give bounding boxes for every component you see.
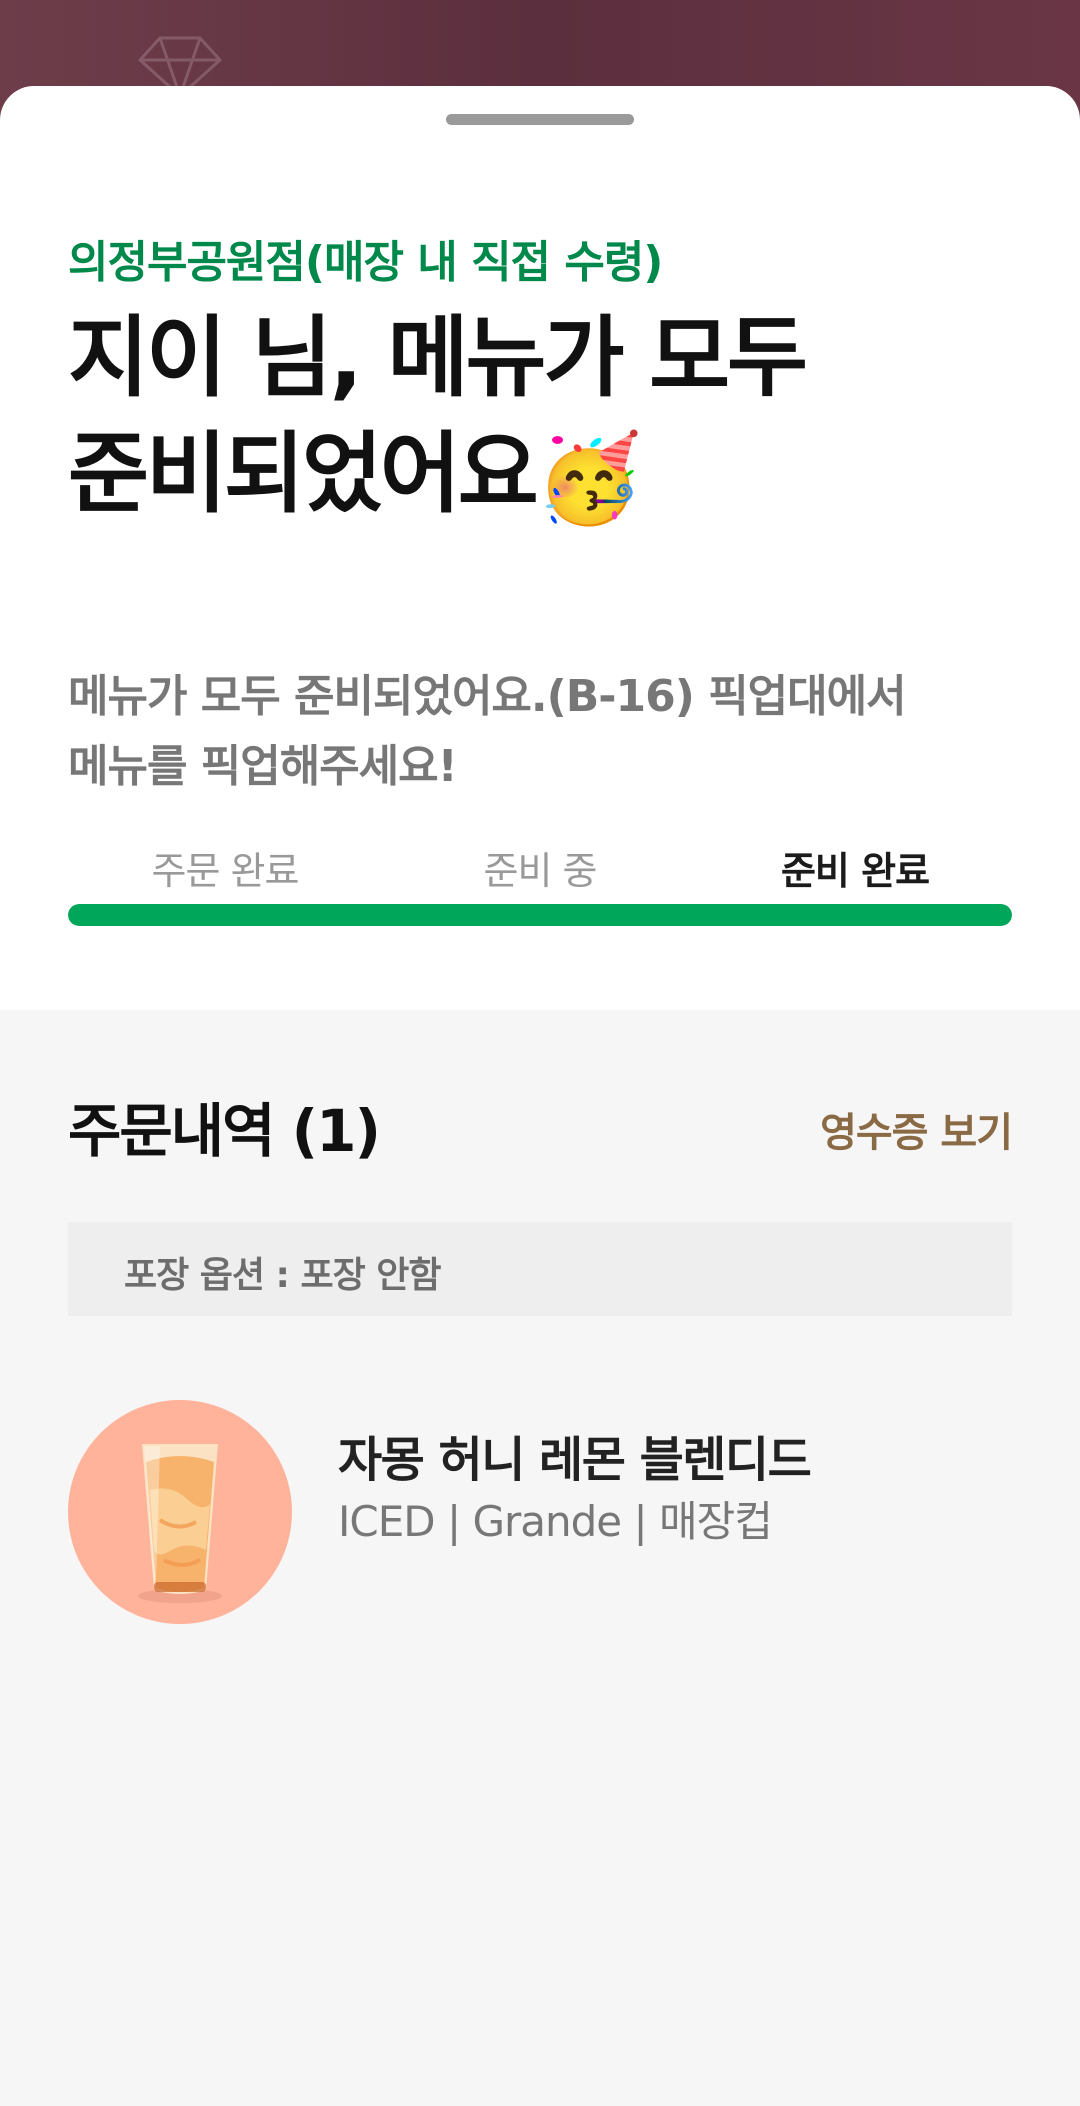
step-preparing: 준비 중 [483, 849, 598, 893]
progress-bar-fill [68, 904, 1012, 926]
drink-image [138, 1444, 222, 1603]
packaging-option-box: 포장 옵션 : 포장 안함 [68, 1222, 1012, 1316]
progress-bar [68, 904, 1012, 926]
sheet-drag-handle[interactable] [446, 114, 634, 125]
progress-steps: 주문 완료 준비 중 준비 완료 [68, 840, 1012, 893]
step-order-complete: 주문 완료 [151, 849, 300, 893]
headline-line1: 지이 님, 메뉴가 모두 [68, 306, 808, 409]
headline-line2: 준비되었어요 [68, 422, 539, 525]
page-title: 지이 님, 메뉴가 모두 준비되었어요🥳 [68, 300, 1008, 537]
store-label: 의정부공원점(매장 내 직접 수령) [68, 237, 663, 288]
packaging-option-text: 포장 옵션 : 포장 안함 [124, 1255, 441, 1296]
status-description: 메뉴가 모두 준비되었어요.(B-16) 픽업대에서 메뉴를 픽업해주세요! [68, 671, 907, 792]
item-name: 자몽 허니 레몬 블렌디드 [338, 1432, 812, 1488]
step-ready: 준비 완료 [780, 849, 930, 893]
party-face-icon: 🥳 [535, 429, 643, 529]
order-history-title: 주문내역 (1) [68, 1097, 381, 1165]
grapefruit-blended-drink-icon [68, 1400, 292, 1624]
view-receipt-link[interactable]: 영수증 보기 [820, 1100, 1013, 1158]
item-options: ICED | Grande | 매장컵 [338, 1497, 773, 1546]
